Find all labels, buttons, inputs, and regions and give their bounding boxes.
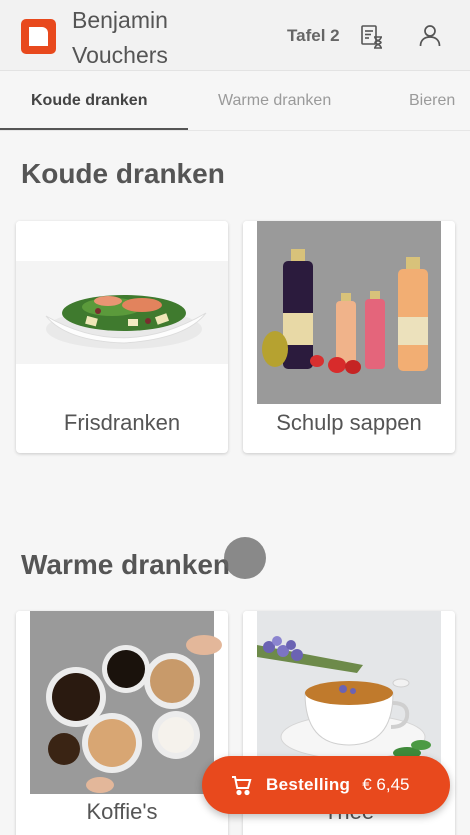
section-title-koude-dranken: Koude dranken — [21, 158, 225, 189]
coffee-cups-image — [16, 611, 228, 794]
product-card-koffies[interactable]: Koffie's — [16, 611, 228, 835]
app-header: Benjamin Vouchers Tafel 2 — [0, 0, 470, 71]
category-tabs: Koude dranken Warme dranken Bieren — [0, 71, 470, 131]
brand-logo[interactable] — [21, 19, 56, 54]
brand-name: Benjamin Vouchers — [72, 7, 168, 68]
tab-koude-dranken[interactable]: Koude dranken — [31, 71, 147, 130]
section-title-warme-dranken: Warme dranken — [21, 549, 231, 580]
tab-warme-dranken[interactable]: Warme dranken — [218, 71, 331, 130]
order-label: Bestelling — [266, 775, 351, 794]
product-label: Frisdranken — [63, 410, 181, 435]
product-label: Schulp sappen — [276, 410, 422, 435]
active-tab-indicator — [0, 128, 188, 130]
product-card-frisdranken[interactable]: Frisdranken — [16, 221, 228, 453]
order-price: € 6,45 — [362, 775, 410, 794]
salad-image — [16, 221, 228, 404]
cart-icon — [232, 776, 252, 796]
tab-bieren[interactable]: Bieren — [409, 71, 455, 130]
user-icon[interactable] — [416, 22, 444, 50]
table-label: Tafel 2 — [287, 26, 340, 45]
product-card-schulp-sappen[interactable]: Schulp sappen — [243, 221, 455, 453]
juice-bottles-image — [243, 221, 455, 404]
order-button[interactable]: Bestelling € 6,45 — [202, 756, 450, 814]
product-label: Koffie's — [86, 799, 158, 824]
receipt-timer-icon[interactable] — [358, 22, 386, 50]
touch-indicator — [224, 537, 266, 579]
